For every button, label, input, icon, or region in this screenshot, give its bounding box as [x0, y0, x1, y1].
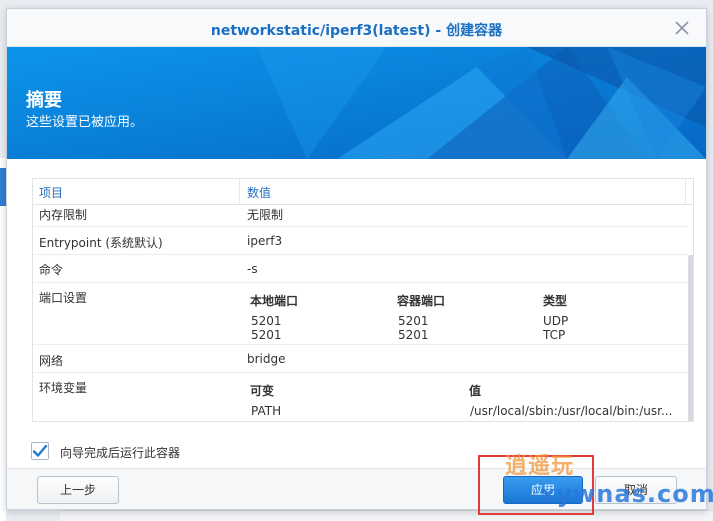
table-row-ports: 端口设置 本地端口 容器端口 类型 5201 5201 UDP 5201 520…	[33, 283, 688, 345]
port-column-container: 容器端口	[397, 294, 446, 308]
banner-background-graphic	[7, 47, 706, 159]
banner-subtitle: 这些设置已被应用。	[26, 115, 144, 130]
summary-banner: 摘要 这些设置已被应用。	[7, 47, 706, 159]
port-type-value: UDP	[543, 314, 569, 328]
table-row-entrypoint: Entrypoint (系统默认) iperf3	[33, 227, 688, 255]
env-column-value: 值	[469, 384, 482, 398]
table-row-network: 网络 bridge	[33, 345, 688, 373]
row-key: 环境变量	[39, 381, 88, 395]
row-value: 无限制	[247, 208, 284, 222]
port-local-value: 5201	[251, 328, 282, 342]
table-scrollbar[interactable]	[688, 255, 693, 421]
banner-title: 摘要	[26, 90, 62, 111]
env-name-value: PATH	[251, 404, 282, 418]
port-column-type: 类型	[543, 294, 568, 308]
dialog-title: networkstatic/iperf3(latest) - 创建容器	[210, 23, 503, 39]
port-column-local: 本地端口	[250, 294, 299, 308]
row-value: iperf3	[247, 234, 283, 248]
env-value-value: /usr/local/sbin:/usr/local/bin:/usr...	[470, 404, 673, 418]
row-value: bridge	[247, 352, 286, 366]
row-key: 内存限制	[39, 208, 88, 222]
env-column-name: 可变	[250, 384, 275, 398]
dialog-titlebar: networkstatic/iperf3(latest) - 创建容器	[7, 9, 706, 47]
run-after-wizard-checkbox[interactable]	[31, 442, 49, 460]
column-divider	[239, 179, 240, 205]
column-divider	[685, 179, 686, 205]
port-container-value: 5201	[398, 328, 429, 342]
checkmark-icon	[32, 444, 48, 457]
previous-button[interactable]: 上一步	[37, 476, 119, 504]
create-container-dialog: networkstatic/iperf3(latest) - 创建容器 摘要 这…	[6, 8, 707, 510]
port-container-value: 5201	[398, 314, 429, 328]
summary-table: 项目 数值 内存限制 无限制 Entrypoint (系统默认) iperf3 …	[32, 178, 694, 422]
watermark-logo-text: 逍遥玩	[505, 454, 575, 479]
table-row-env: 环境变量 可变 值 PATH /usr/local/sbin:/usr/loca…	[33, 373, 688, 421]
run-after-wizard-label: 向导完成后运行此容器	[60, 446, 181, 460]
watermark-site-text: xywnas.com	[540, 480, 713, 508]
close-icon[interactable]	[672, 18, 692, 38]
row-key: Entrypoint (系统默认)	[39, 236, 163, 250]
background-footer	[60, 510, 713, 521]
table-header: 项目 数值	[33, 179, 693, 205]
row-key: 端口设置	[39, 291, 88, 305]
table-row-command: 命令 -s	[33, 255, 688, 283]
row-value: -s	[247, 262, 258, 276]
column-header-value[interactable]: 数值	[247, 184, 271, 201]
port-local-value: 5201	[251, 314, 282, 328]
column-header-item[interactable]: 项目	[39, 184, 63, 201]
row-key: 网络	[39, 354, 64, 368]
table-row-memory: 内存限制 无限制	[33, 206, 688, 227]
row-key: 命令	[39, 263, 64, 277]
port-type-value: TCP	[543, 328, 566, 342]
